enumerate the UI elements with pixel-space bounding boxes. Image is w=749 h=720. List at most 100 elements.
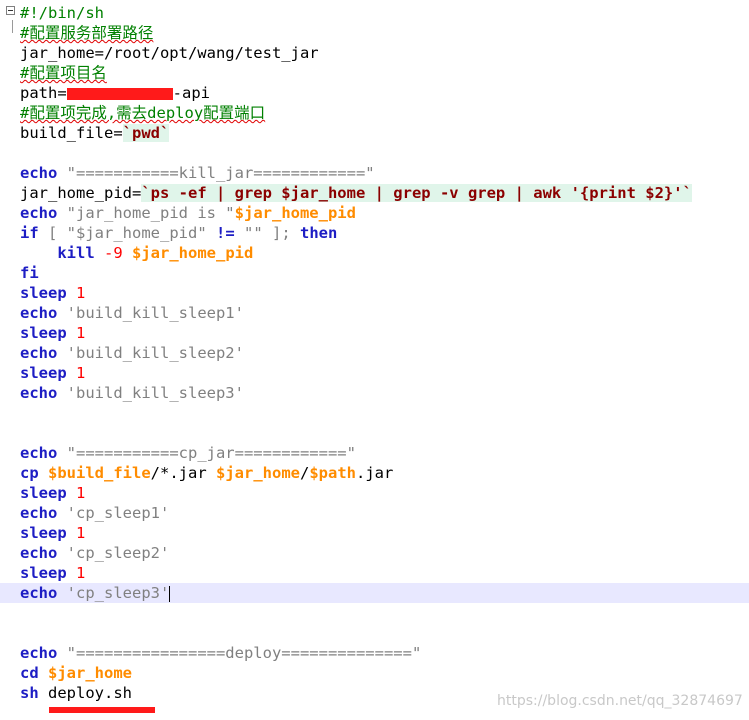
keyword: echo <box>20 444 58 462</box>
slash: / <box>300 464 310 482</box>
code-line-3: jar_home=/root/opt/wang/test_jar <box>20 43 319 63</box>
code-line-33: echo "================deploy============… <box>20 643 421 663</box>
string: "===========kill_jar============" <box>66 164 375 182</box>
keyword: echo <box>20 644 58 662</box>
backquote-command: `ps -ef | grep $jar_home | grep -v grep … <box>141 184 692 202</box>
string: "===========cp_jar============" <box>66 444 356 462</box>
keyword: sleep <box>20 324 67 342</box>
keyword: sleep <box>20 284 67 302</box>
keyword: echo <box>20 384 58 402</box>
keyword: sh <box>20 684 39 702</box>
string: 'build_kill_sleep3' <box>66 384 244 402</box>
number: 1 <box>76 324 86 342</box>
code-line-5: path= -api <box>20 83 210 103</box>
fold-guide <box>12 20 13 33</box>
keyword: kill <box>57 244 95 262</box>
code-line-1: #!/bin/sh <box>20 3 104 23</box>
variable: $path <box>309 464 357 482</box>
code-line-2: #配置服务部署路径 <box>20 23 153 43</box>
code-line-6: #配置项完成,需去deploy配置端口 <box>20 103 265 123</box>
signal-number: -9 <box>104 244 123 262</box>
keyword: echo <box>20 304 58 322</box>
comment: #!/bin/sh <box>20 4 104 22</box>
assignment-suffix: -api <box>172 84 210 102</box>
number: 1 <box>76 284 86 302</box>
variable: $build_file <box>48 464 151 482</box>
string: 'build_kill_sleep2' <box>66 344 244 362</box>
code-line-10: jar_home_pid=`ps -ef | grep $jar_home | … <box>20 183 692 203</box>
code-line-11: echo "jar_home_pid is "$jar_home_pid <box>20 203 356 223</box>
code-line-20: echo 'build_kill_sleep3' <box>20 383 244 403</box>
string: 'cp_sleep2' <box>66 544 170 562</box>
code-line-24: cp $build_file/*.jar $jar_home/$path.jar <box>20 463 393 483</box>
code-line-25: sleep 1 <box>20 483 85 503</box>
string: "================deploy==============" <box>66 644 422 662</box>
keyword: echo <box>20 344 58 362</box>
string: 'cp_sleep1' <box>66 504 170 522</box>
variable: $jar_home_pid <box>234 204 356 222</box>
assignment-prefix: path= <box>20 84 67 102</box>
keyword: echo <box>20 204 58 222</box>
code-line-13: kill -9 $jar_home_pid <box>20 243 253 263</box>
script-name: deploy.sh <box>48 684 133 702</box>
code-line-29: sleep 1 <box>20 563 85 583</box>
string: 'cp_sleep3' <box>66 584 170 602</box>
number: 1 <box>76 564 86 582</box>
code-editor[interactable]: #!/bin/sh #配置服务部署路径 jar_home=/root/opt/w… <box>0 0 749 720</box>
comment: #配置服务部署路径 <box>20 24 154 42</box>
code-line-12: if [ "$jar_home_pid" != "" ]; then <box>20 223 337 243</box>
keyword: sleep <box>20 364 67 382</box>
keyword: echo <box>20 544 58 562</box>
code-line-7: build_file=`pwd` <box>20 123 170 143</box>
variable: $jar_home <box>216 464 300 482</box>
code-line-9: echo "===========kill_jar============" <box>20 163 375 183</box>
code-line-28: echo 'cp_sleep2' <box>20 543 169 563</box>
code-line-26: echo 'cp_sleep1' <box>20 503 169 523</box>
condition-close: "" ]; <box>234 224 291 242</box>
assignment: jar_home=/root/opt/wang/test_jar <box>20 44 319 62</box>
keyword: sleep <box>20 564 67 582</box>
keyword: cd <box>20 664 39 682</box>
string: "jar_home_pid is " <box>66 204 235 222</box>
number: 1 <box>76 484 86 502</box>
redaction-mark <box>66 87 173 100</box>
code-line-19: sleep 1 <box>20 363 85 383</box>
text-cursor <box>169 585 171 602</box>
assignment-prefix: jar_home_pid= <box>20 184 142 202</box>
keyword: sleep <box>20 484 67 502</box>
keyword: fi <box>20 264 39 282</box>
variable: $jar_home <box>48 664 133 682</box>
keyword: echo <box>20 584 58 602</box>
keyword: then <box>300 224 338 242</box>
fold-toggle-icon[interactable] <box>6 6 15 15</box>
keyword: cp <box>20 464 39 482</box>
code-line-18: echo 'build_kill_sleep2' <box>20 343 244 363</box>
string: 'build_kill_sleep1' <box>66 304 244 322</box>
red-underline-annotation <box>49 707 155 713</box>
extension: .jar <box>356 464 394 482</box>
keyword: sleep <box>20 524 67 542</box>
code-line-15: sleep 1 <box>20 283 85 303</box>
code-line-30: echo 'cp_sleep3' <box>20 583 171 603</box>
assignment-prefix: build_file= <box>20 124 123 142</box>
code-line-23: echo "===========cp_jar============" <box>20 443 356 463</box>
code-line-14: fi <box>20 263 39 283</box>
variable: $jar_home_pid <box>132 244 254 262</box>
keyword: echo <box>20 504 58 522</box>
operator: != <box>216 224 235 242</box>
keyword: echo <box>20 164 58 182</box>
code-line-4: #配置项目名 <box>20 63 107 83</box>
comment: #配置项完成,需去deploy配置端口 <box>20 104 266 122</box>
code-line-34: cd $jar_home <box>20 663 132 683</box>
keyword: if <box>20 224 39 242</box>
condition-open: [ "$jar_home_pid" <box>48 224 216 242</box>
backquote-command: `pwd` <box>122 124 170 142</box>
code-line-17: sleep 1 <box>20 323 85 343</box>
watermark: https://blog.csdn.net/qq_32874697 <box>497 693 743 709</box>
code-line-16: echo 'build_kill_sleep1' <box>20 303 244 323</box>
number: 1 <box>76 524 86 542</box>
glob: /*.jar <box>150 464 216 482</box>
number: 1 <box>76 364 86 382</box>
code-line-35: sh deploy.sh <box>20 683 132 703</box>
code-line-27: sleep 1 <box>20 523 85 543</box>
